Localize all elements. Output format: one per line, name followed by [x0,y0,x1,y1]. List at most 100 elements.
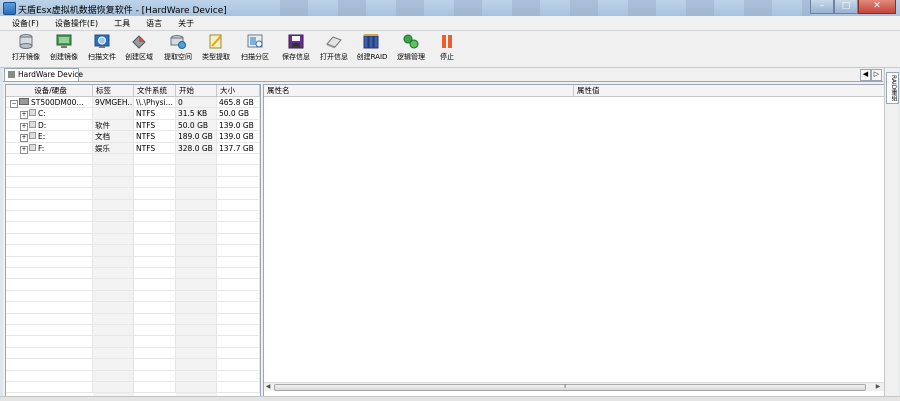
device-name-cell [6,245,93,257]
table-row[interactable]: + F: 娱乐 NTFS 328.0 GB 137.7 GB [6,142,260,154]
col-header-size[interactable]: 大小 [217,85,260,96]
device-size-cell-text: 465.8 GB [219,98,254,107]
create-image-button[interactable]: 创建镜像 [47,33,81,62]
device-start-cell [176,211,217,222]
side-tab-raid[interactable]: RAID重组 [886,72,899,104]
device-size-cell-text: 137.7 GB [219,143,254,153]
type-extract-button[interactable]: 类型提取 [199,33,233,62]
device-filesystem-cell [134,222,176,234]
save-info-button[interactable]: 保存信息 [279,33,313,62]
expand-icon[interactable]: + [20,134,28,143]
device-filesystem-cell [134,279,176,291]
col-header-property-name[interactable]: 属性名 [264,85,574,96]
collapse-icon[interactable]: − [10,100,18,108]
table-row [6,188,260,200]
device-label-cell: 9VMGEH... [93,97,134,108]
menu-about[interactable]: 关于 [168,16,200,30]
horizontal-scrollbar[interactable]: ◀ ⦀ ▶ [264,382,884,391]
device-filesystem-cell-text: \\.\Physi... [136,98,173,107]
tab-scroll-right-button[interactable]: ▷ [871,69,882,81]
device-label-cell [93,325,134,336]
device-filesystem-cell [134,176,176,188]
device-start-cell [176,256,217,268]
device-name-cell [6,325,93,336]
logic-manage-button[interactable]: 逻辑管理 [394,33,428,62]
table-row[interactable]: + E: 文档 NTFS 189.0 GB 139.0 GB [6,131,260,143]
scan-files-button[interactable]: 扫描文件 [85,33,119,62]
open-image-button[interactable]: 打开镜像 [9,33,43,62]
device-name-cell [6,211,93,222]
device-size-cell [217,199,260,211]
table-row [6,302,260,314]
scrollbar-thumb[interactable] [274,384,866,391]
device-start-cell [176,165,217,177]
device-size-cell [217,347,260,359]
device-filesystem-cell: NTFS [134,142,176,154]
table-row[interactable]: − ST500DM00... 9VMGEH... \\.\Physi... 0 465.8… [6,97,260,109]
device-filesystem-cell-text: NTFS [136,132,156,142]
device-name-cell [6,165,93,177]
menu-language[interactable]: 语言 [136,16,168,30]
device-start-cell [176,245,217,257]
device-name-cell [6,302,93,314]
menu-device-operations[interactable]: 设备操作(E) [45,16,104,30]
create-raid-button[interactable]: 创建RAID [355,33,389,62]
col-header-property-value[interactable]: 属性值 [574,85,884,96]
device-label-cell [93,211,134,222]
scan-partition-button[interactable]: 扫描分区 [238,33,272,62]
device-start-cell [176,233,217,245]
device-start-cell [176,222,217,234]
app-icon [3,2,16,15]
device-tab-icon [8,71,15,78]
menu-device[interactable]: 设备(F) [0,16,45,30]
tab-scroll-left-button[interactable]: ◀ [860,69,871,81]
table-row [6,199,260,211]
open-info-button[interactable]: 打开信息 [317,33,351,62]
device-filesystem-cell [134,290,176,302]
menu-tools[interactable]: 工具 [104,16,136,30]
hard-disk-icon [19,98,29,105]
close-button[interactable]: ✕ [858,0,896,14]
device-name-cell-text: D: [38,120,47,130]
col-header-start[interactable]: 开始 [176,85,217,96]
create-region-button[interactable]: 创建区域 [122,33,156,62]
toolbar: 打开镜像 创建镜像 扫描文件 创建区域 提取空间 类型提取 扫描分区 保存信息 … [0,31,900,68]
table-row[interactable]: + D: 软件 NTFS 50.0 GB 139.0 GB [6,119,260,132]
table-row [6,233,260,246]
device-filesystem-cell [134,245,176,257]
device-size-cell [217,233,260,245]
scroll-left-arrow-icon[interactable]: ◀ [264,383,272,391]
device-start-cell: 31.5 KB [176,108,217,120]
device-name-cell [6,199,93,211]
device-filesystem-cell: NTFS [134,119,176,131]
device-start-cell [176,325,217,336]
col-header-label[interactable]: 标签 [93,85,134,96]
stop-button[interactable]: 停止 [430,33,464,62]
scroll-right-arrow-icon[interactable]: ▶ [874,383,882,391]
device-name-cell-text: ST500DM00... [31,98,84,107]
device-start-cell [176,188,217,200]
property-table-header: 属性名 属性值 [264,85,884,97]
device-start-cell [176,290,217,302]
device-start-cell-text: 50.0 GB [178,120,209,130]
extract-space-button[interactable]: 提取空间 [161,33,195,62]
col-header-filesystem[interactable]: 文件系统 [134,85,176,96]
maximize-button[interactable]: □ [834,0,858,14]
device-size-cell [217,279,260,291]
expand-icon[interactable]: + [20,145,28,154]
device-label-cell [93,245,134,257]
device-table-header: 设备/硬盘 标签 文件系统 开始 大小 [6,85,260,97]
device-size-cell-text: 139.0 GB [219,120,254,130]
device-label-cell [93,313,134,325]
taskbar-blur [250,0,810,16]
expand-icon[interactable]: + [20,122,28,131]
expand-icon[interactable]: + [20,111,28,120]
col-header-device[interactable]: 设备/硬盘 [6,85,93,96]
logic-manage-icon [403,34,419,49]
table-row[interactable]: + C: NTFS 31.5 KB 50.0 GB [6,108,260,120]
minimize-button[interactable]: – [810,0,834,14]
tab-hardware-device[interactable]: HardWare Device [4,68,83,81]
device-label-cell [93,188,134,200]
device-start-cell: 189.0 GB [176,131,217,143]
extract-space-icon [170,35,186,49]
